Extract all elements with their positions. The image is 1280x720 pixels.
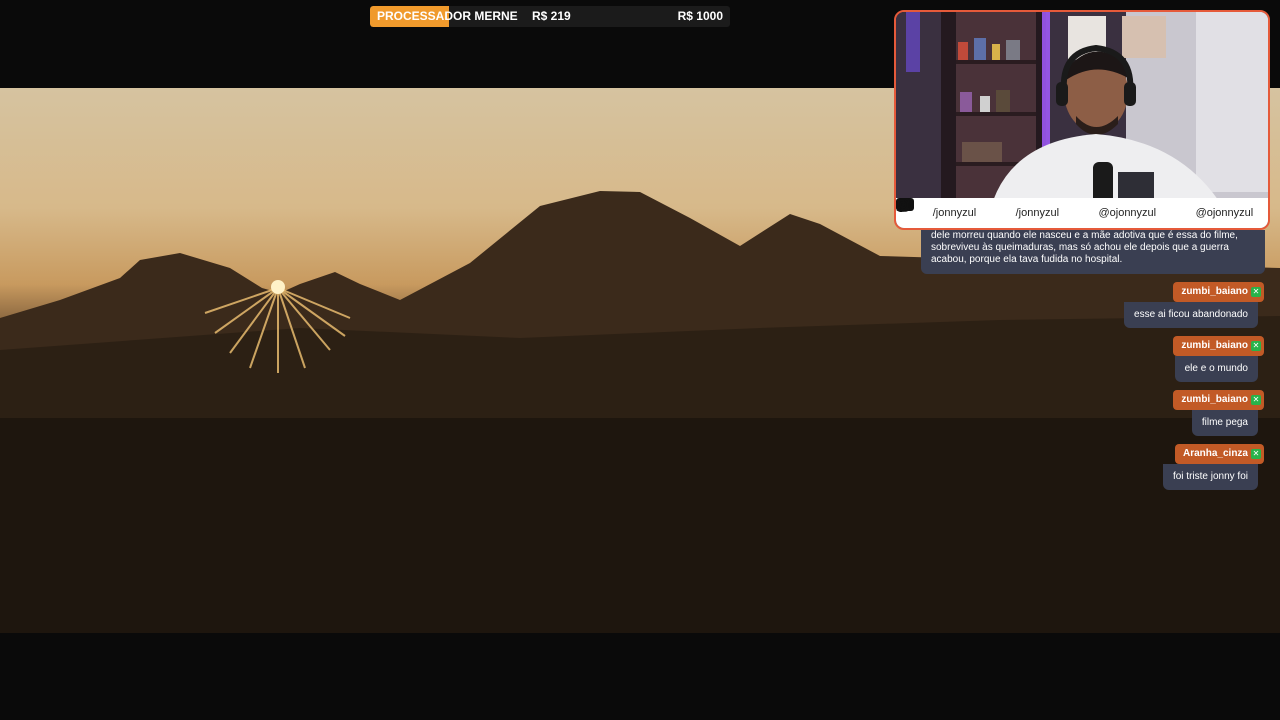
- chat-message: zumbi_baiano ✕ esse ai ficou abandonado: [1114, 282, 1264, 330]
- chat-message-text: foi triste jonny foi: [1162, 464, 1258, 490]
- goal-current-amount: R$ 219: [532, 9, 571, 23]
- facebook-handle: /jonnyzul: [1015, 207, 1060, 219]
- chat-message: zumbi_baiano ✕ ele e o mundo: [1114, 336, 1264, 384]
- twitter-handle: @ojonnyzul: [1098, 207, 1157, 219]
- chat-username: Aranha_cinza ✕: [1174, 444, 1264, 464]
- donation-goal-bar: PROCESSADOR MERNE R$ 219 R$ 1000: [370, 6, 730, 27]
- youtube-icon: [896, 198, 929, 220]
- chat-username: zumbi_baiano ✕: [1173, 336, 1264, 356]
- instagram-handle: @ojonnyzul: [1195, 207, 1254, 219]
- moderator-badge-icon: ✕: [1251, 341, 1261, 351]
- webcam-overlay: /jonnyzul /jonnyzul @ojonnyzul @ojonnyzu…: [894, 10, 1270, 230]
- moderator-badge-icon: ✕: [1251, 395, 1261, 405]
- twitter-icon: [896, 198, 1094, 220]
- chat-message: Aranha_cinza ✕ foi triste jonny foi: [1114, 444, 1264, 492]
- chat-username: zumbi_baiano ✕: [1173, 282, 1264, 302]
- chat-message-text: filme pega: [1191, 410, 1258, 436]
- stream-frame: PROCESSADOR MERNE R$ 219 R$ 1000 /jonnyz…: [0, 0, 1280, 720]
- facebook-icon: [897, 198, 1012, 220]
- social-links-bar: /jonnyzul /jonnyzul @ojonnyzul @ojonnyzu…: [896, 198, 1268, 228]
- goal-target-amount: R$ 1000: [677, 9, 723, 23]
- social-youtube[interactable]: /jonnyzul: [896, 198, 977, 220]
- goal-title: PROCESSADOR MERNE: [377, 9, 518, 23]
- chat-username: zumbi_baiano ✕: [1173, 390, 1264, 410]
- youtube-handle: /jonnyzul: [932, 207, 977, 219]
- chat-message-line: sobreviveu às queimaduras, mas só achou …: [931, 242, 1229, 253]
- chat-message-truncated: dele morreu quando ele nasceu e a mãe ad…: [921, 230, 1265, 274]
- instagram-icon: [896, 198, 1192, 220]
- moderator-badge-icon: ✕: [1251, 449, 1261, 459]
- chat-message: zumbi_baiano ✕ filme pega: [1114, 390, 1264, 438]
- chat-message-text: esse ai ficou abandonado: [1124, 302, 1258, 328]
- chat-message-line: acabou, porque ela tava fudida no hospit…: [931, 254, 1123, 265]
- chat-message-text: ele e o mundo: [1174, 356, 1258, 382]
- social-facebook[interactable]: /jonnyzul: [897, 198, 1060, 220]
- social-twitter[interactable]: @ojonnyzul: [896, 198, 1157, 220]
- moderator-badge-icon: ✕: [1251, 287, 1261, 297]
- social-instagram[interactable]: @ojonnyzul: [896, 198, 1254, 220]
- chat-message-line: dele morreu quando ele nasceu e a mãe ad…: [931, 230, 1238, 241]
